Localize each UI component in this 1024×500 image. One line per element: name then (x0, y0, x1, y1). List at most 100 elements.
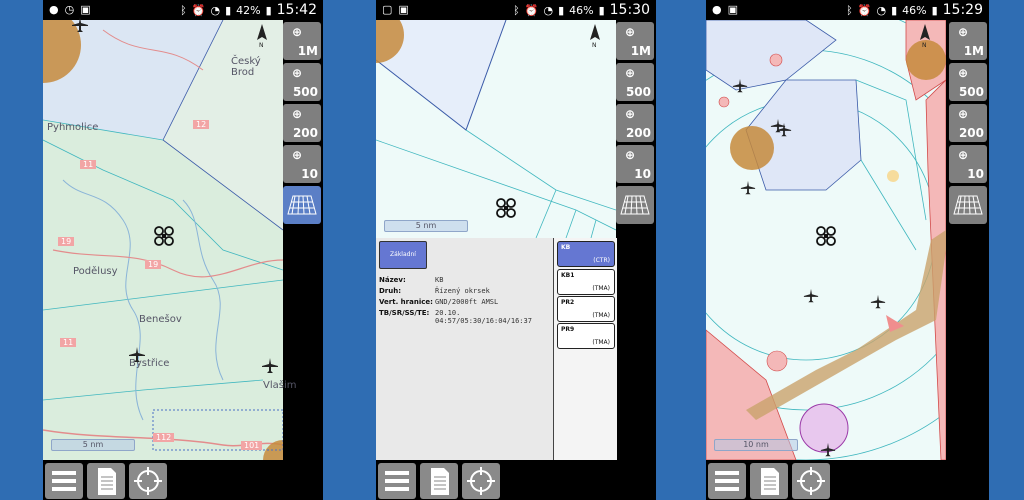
bluetooth-icon: ᛒ (513, 3, 520, 17)
airplane-icon[interactable] (128, 346, 146, 364)
location-icon: ● (712, 3, 722, 16)
document-button[interactable] (420, 463, 458, 499)
airplane-icon[interactable] (740, 180, 756, 196)
zoom-1m-button[interactable]: ⊕ 1M (283, 22, 321, 60)
location-icon: ● (49, 3, 59, 16)
bluetooth-icon: ᛒ (846, 3, 853, 17)
battery-icon: ▮ (598, 3, 605, 17)
basic-info-button[interactable]: Základní (379, 241, 427, 269)
locate-button[interactable] (129, 463, 167, 499)
zoom-200-button[interactable]: ⊕ 200 (949, 104, 987, 142)
zone-name: PR2 (561, 299, 575, 306)
document-button[interactable] (87, 463, 125, 499)
zone-item-kb[interactable]: KB (CTR) (557, 241, 615, 267)
zone-item-pr9[interactable]: PR9 (TMA) (557, 323, 615, 349)
airplane-icon[interactable] (776, 122, 792, 138)
zoom-icon: ⊕ (958, 148, 969, 162)
zoom-1m-button[interactable]: ⊕ 1M (949, 22, 987, 60)
airplane-icon[interactable] (71, 16, 89, 34)
document-button[interactable] (750, 463, 788, 499)
airplane-icon[interactable] (803, 288, 819, 304)
zoom-200-button[interactable]: ⊕ 200 (283, 104, 321, 142)
bottom-toolbar (43, 460, 323, 500)
map-label-town: Pyhmolice (47, 122, 99, 133)
zoom-label: 200 (958, 126, 984, 140)
airplane-icon[interactable] (870, 294, 886, 310)
zoom-label: 500 (292, 85, 318, 99)
battery-icon: ▮ (265, 3, 272, 17)
info-value: KB (435, 276, 444, 284)
menu-button[interactable] (45, 463, 83, 499)
alarm-icon: ⏰ (524, 3, 539, 17)
zoom-icon: ⊕ (958, 66, 969, 80)
clock-icon: ◷ (64, 3, 75, 16)
zone-item-kb1[interactable]: KB1 (TMA) (557, 269, 615, 295)
svg-text:N: N (592, 42, 597, 48)
zoom-icon: ⊕ (292, 107, 303, 121)
signal-icon: ▮ (891, 3, 898, 17)
battery-percent: 46% (902, 3, 927, 17)
map-label-podelusy: Podělusy (73, 266, 118, 277)
zone-type: (CTR) (593, 257, 610, 264)
document-icon (98, 468, 116, 495)
drone-icon[interactable] (495, 197, 517, 219)
map-scale: 5 nm (384, 220, 468, 232)
zoom-1m-button[interactable]: ⊕ 1M (616, 22, 654, 60)
zoom-controls: ⊕ 1M ⊕ 500 ⊕ 200 ⊕ 10 (949, 22, 987, 224)
locate-button[interactable] (462, 463, 500, 499)
zone-item-pr2[interactable]: PR2 (TMA) (557, 296, 615, 322)
clock-time: 15:30 (609, 2, 650, 18)
zoom-icon: ⊕ (292, 148, 303, 162)
crosshair-icon (467, 467, 495, 495)
zoom-controls: ⊕ 1M ⊕ 500 ⊕ 200 ⊕ 10 (616, 22, 654, 224)
map-label-benesov: Benešov (139, 314, 182, 325)
grid-toggle-button[interactable] (949, 186, 987, 224)
road-badge: 11 (80, 160, 97, 169)
locate-button[interactable] (792, 463, 830, 499)
crosshair-icon (134, 467, 162, 495)
status-bar: ▢ ▣ ᛒ ⏰ ◔ ▮ 46% ▮ 15:30 (376, 0, 656, 20)
zone-type: (TMA) (592, 312, 610, 319)
zoom-icon: ⊕ (292, 25, 303, 39)
menu-button[interactable] (378, 463, 416, 499)
menu-icon (52, 471, 76, 491)
battery-icon: ▮ (931, 3, 938, 17)
drone-icon[interactable] (153, 225, 175, 247)
menu-button[interactable] (708, 463, 746, 499)
zoom-icon: ⊕ (958, 25, 969, 39)
image-icon: ▣ (80, 3, 91, 16)
zoom-label: 200 (292, 126, 318, 140)
zoom-10-button[interactable]: ⊕ 10 (949, 145, 987, 183)
zone-name: KB1 (561, 272, 575, 279)
zoom-10-button[interactable]: ⊕ 10 (283, 145, 321, 183)
road-badge: 19 (145, 260, 162, 269)
map-view[interactable]: Český Brod Pyhmolice Podělusy Benešov By… (43, 17, 296, 460)
info-label: Vert. hranice: (379, 298, 433, 306)
road-badge: 19 (58, 237, 75, 246)
airplane-icon[interactable] (261, 357, 279, 375)
airspace-info-panel: Základní Název: KB Druh: Řízený okrsek Ver… (376, 238, 617, 460)
airplane-icon[interactable] (732, 78, 748, 94)
phone-screen-3: ● ▣ ᛒ ⏰ ◔ ▮ 46% ▮ 15:29 N 10 nm ⊕ 1M ⊕ 5… (706, 0, 989, 500)
zoom-500-button[interactable]: ⊕ 500 (949, 63, 987, 101)
grid-toggle-button[interactable] (616, 186, 654, 224)
grid-toggle-button[interactable] (283, 186, 321, 224)
zoom-label: 200 (625, 126, 651, 140)
info-value: Řízený okrsek (435, 287, 490, 295)
zoom-200-button[interactable]: ⊕ 200 (616, 104, 654, 142)
grid-icon (287, 195, 317, 215)
zoom-500-button[interactable]: ⊕ 500 (283, 63, 321, 101)
zoom-500-button[interactable]: ⊕ 500 (616, 63, 654, 101)
map-view[interactable]: N 10 nm (706, 20, 946, 460)
airplane-icon[interactable] (820, 442, 836, 458)
road-badge: 112 (153, 433, 175, 442)
map-scale: 10 nm (714, 439, 798, 451)
alarm-icon: ⏰ (191, 3, 206, 17)
grid-icon (953, 195, 983, 215)
map-label-vlasim: Vlašim (263, 380, 297, 391)
drone-icon[interactable] (815, 225, 837, 247)
menu-icon (715, 471, 739, 491)
map-view[interactable]: N 5 nm (376, 20, 616, 238)
zone-type: (TMA) (592, 285, 610, 292)
zoom-10-button[interactable]: ⊕ 10 (616, 145, 654, 183)
